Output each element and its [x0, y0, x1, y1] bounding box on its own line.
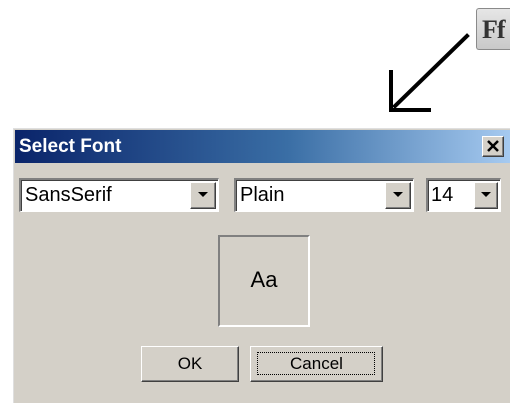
- pointer-arrow-icon: [389, 33, 470, 112]
- ok-button-label: OK: [177, 354, 203, 373]
- dialog-title: Select Font: [19, 136, 122, 157]
- close-icon: [487, 140, 499, 152]
- font-size-value: 14: [431, 184, 454, 206]
- chevron-down-icon: [481, 192, 491, 197]
- chevron-down-icon: [198, 192, 208, 197]
- dialog-titlebar[interactable]: Select Font: [15, 130, 510, 163]
- chevron-down-icon: [393, 192, 403, 197]
- font-size-dropdown-button[interactable]: [474, 182, 498, 209]
- font-preview: Aa: [218, 235, 310, 327]
- font-preview-text: Aa: [250, 267, 278, 292]
- font-family-dropdown-button[interactable]: [190, 182, 216, 209]
- select-font-dialog: Select Font SansSerif Plain 14 Aa OK Can…: [12, 127, 510, 403]
- ok-button[interactable]: OK: [141, 346, 239, 382]
- font-family-value: SansSerif: [25, 184, 112, 206]
- font-style-value: Plain: [240, 184, 285, 206]
- font-icon: Ff: [482, 15, 506, 44]
- close-button[interactable]: [482, 136, 504, 157]
- cancel-button-label: Cancel: [290, 354, 343, 373]
- font-family-select[interactable]: SansSerif: [19, 178, 219, 212]
- font-style-dropdown-button[interactable]: [385, 182, 411, 209]
- cancel-button[interactable]: Cancel: [250, 346, 383, 382]
- font-style-select[interactable]: Plain: [234, 178, 414, 212]
- font-size-select[interactable]: 14: [426, 178, 501, 212]
